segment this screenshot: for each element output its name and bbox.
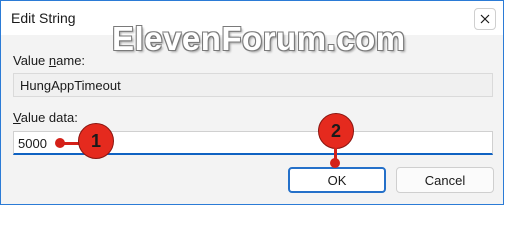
- callout-1-badge: 1: [78, 123, 114, 159]
- value-data-text: 5000: [18, 136, 47, 151]
- close-icon: [480, 14, 490, 24]
- ok-button[interactable]: OK: [288, 167, 386, 193]
- close-button[interactable]: [474, 8, 496, 30]
- value-name-field: HungAppTimeout: [13, 73, 493, 97]
- value-data-label: Value data:: [13, 110, 78, 125]
- value-name-text: HungAppTimeout: [20, 78, 121, 93]
- callout-2-pointer-dot: [330, 158, 340, 168]
- callout-2-badge: 2: [318, 113, 354, 149]
- cancel-button[interactable]: Cancel: [396, 167, 494, 193]
- value-name-label: Value name:: [13, 53, 86, 68]
- watermark: ElevenForum.com: [112, 20, 406, 57]
- dialog-title: Edit String: [11, 10, 76, 26]
